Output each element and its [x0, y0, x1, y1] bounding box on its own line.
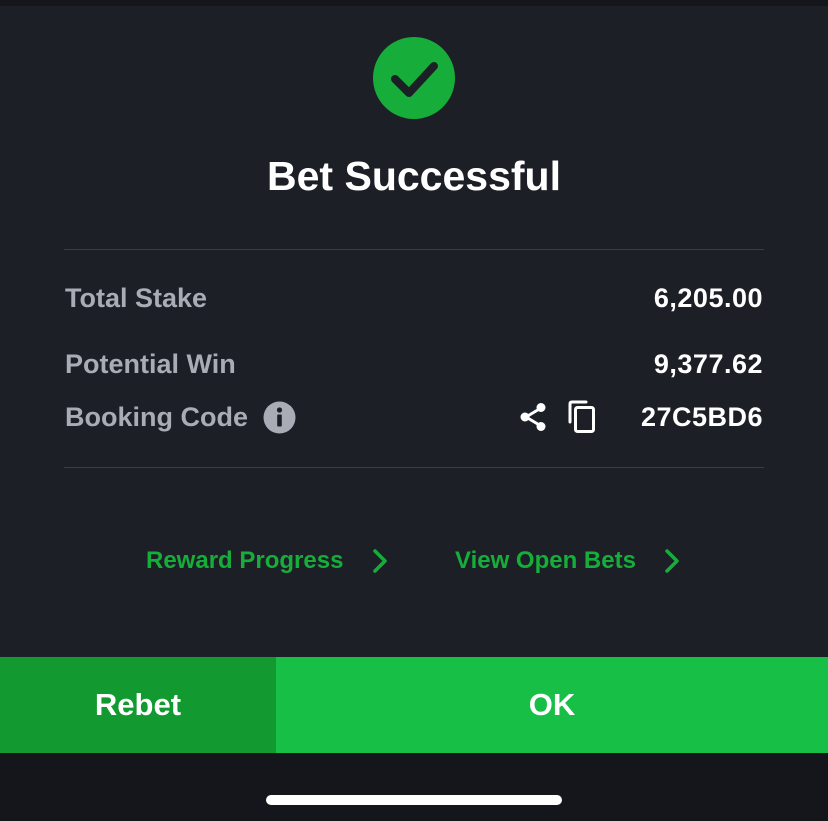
chevron-right-icon[interactable] [662, 547, 682, 575]
booking-code-label: Booking Code [65, 402, 248, 432]
booking-code-value[interactable]: 27C5BD6 [641, 400, 763, 434]
divider-top [64, 249, 764, 250]
potential-win-label: Potential Win [65, 349, 236, 379]
top-strip [0, 0, 828, 6]
home-indicator[interactable] [266, 795, 562, 805]
rebet-button[interactable]: Rebet [0, 657, 276, 753]
view-open-bets-link[interactable]: View Open Bets [455, 545, 636, 577]
total-stake-label: Total Stake [65, 283, 208, 313]
share-icon[interactable] [516, 400, 550, 434]
ok-button-label: OK [528, 687, 576, 722]
chevron-right-icon[interactable] [370, 547, 390, 575]
bet-success-dialog: Bet Successful Total Stake 6,205.00 Pote… [0, 0, 828, 821]
dialog-title: Bet Successful [267, 153, 561, 199]
total-stake-value: 6,205.00 [653, 283, 763, 313]
copy-icon[interactable] [566, 400, 598, 434]
divider-bottom [64, 467, 764, 468]
rebet-button-label: Rebet [94, 687, 182, 722]
reward-progress-link[interactable]: Reward Progress [146, 545, 343, 577]
potential-win-value: 9,377.62 [653, 349, 763, 379]
bottom-safe-area [0, 753, 828, 821]
success-check-icon [373, 37, 455, 119]
info-icon[interactable] [263, 401, 296, 434]
ok-button[interactable]: OK [276, 657, 828, 753]
